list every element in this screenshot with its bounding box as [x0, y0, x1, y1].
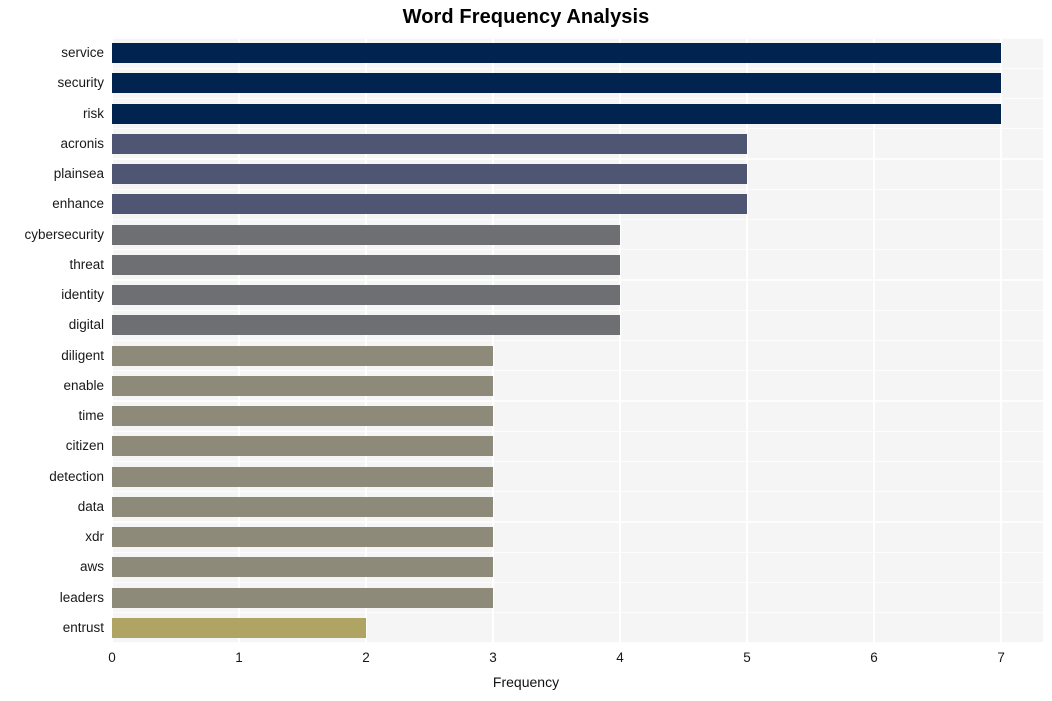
y-axis-label: risk: [83, 105, 104, 121]
gridline-horizontal: [112, 460, 1043, 463]
bar: [112, 315, 621, 336]
gridline-horizontal: [112, 581, 1043, 584]
gridline-horizontal: [112, 218, 1043, 221]
bar: [112, 254, 621, 275]
bar: [112, 375, 494, 396]
bar: [112, 133, 748, 154]
bar: [112, 224, 621, 245]
y-axis-label: service: [61, 45, 104, 61]
gridline-horizontal: [112, 279, 1043, 281]
gridline-horizontal: [112, 158, 1043, 160]
gridline-horizontal: [112, 188, 1043, 190]
gridline-horizontal: [112, 97, 1043, 100]
y-axis-label: time: [78, 408, 104, 424]
bar: [112, 285, 621, 306]
y-axis-label: security: [57, 75, 104, 91]
y-axis-label: xdr: [85, 529, 104, 545]
x-axis-tick-label: 3: [489, 650, 497, 665]
y-axis-label: enable: [63, 377, 104, 393]
y-axis-label: diligent: [61, 347, 104, 363]
y-axis-label: cybersecurity: [24, 226, 104, 242]
gridline-horizontal: [112, 430, 1043, 432]
x-axis-tick-label: 6: [870, 650, 878, 665]
gridline-horizontal: [112, 339, 1043, 342]
gridline-horizontal: [112, 38, 1043, 39]
y-axis-label: detection: [49, 468, 104, 484]
word-frequency-chart: Word Frequency Analysis service security r…: [0, 0, 1052, 701]
y-axis-label: threat: [69, 256, 104, 272]
x-axis-tick-label: 0: [108, 650, 116, 665]
chart-title: Word Frequency Analysis: [402, 6, 650, 28]
plot-area: [112, 38, 1043, 643]
bar: [112, 466, 494, 487]
bar: [112, 345, 494, 366]
bar: [112, 557, 494, 578]
gridline-horizontal: [112, 128, 1043, 130]
x-axis-tick-label: 4: [616, 650, 624, 665]
gridline-horizontal: [112, 370, 1043, 372]
x-axis-tick-labels: 0 1 2 3 4 5 6 7: [0, 650, 1052, 670]
x-axis-tick-label: 1: [235, 650, 243, 665]
bar: [112, 164, 748, 185]
gridline-horizontal: [112, 642, 1043, 643]
y-axis-label: data: [77, 498, 104, 514]
bar: [112, 103, 1002, 124]
bar: [112, 587, 494, 608]
bar: [112, 436, 494, 457]
x-axis-tick-label: 2: [362, 650, 370, 665]
gridline-horizontal: [112, 551, 1043, 553]
bar: [112, 617, 367, 638]
bar: [112, 194, 748, 215]
gridline-horizontal: [112, 521, 1043, 523]
y-axis-tick-labels: service security risk acronis plainsea enhanc…: [0, 38, 104, 643]
bar: [112, 43, 1002, 64]
gridline-horizontal: [112, 400, 1043, 402]
x-axis-tick-label: 5: [743, 650, 751, 665]
x-axis-tick-label: 7: [997, 650, 1005, 665]
bar: [112, 73, 1002, 94]
bar: [112, 527, 494, 548]
y-axis-label: citizen: [65, 438, 104, 454]
gridline-horizontal: [112, 309, 1043, 311]
gridline-horizontal: [112, 612, 1043, 614]
x-axis-title: Frequency: [492, 674, 560, 690]
gridline-horizontal: [112, 67, 1043, 69]
y-axis-label: acronis: [60, 135, 104, 151]
bar: [112, 496, 494, 517]
y-axis-label: leaders: [59, 589, 104, 605]
y-axis-label: enhance: [52, 196, 104, 212]
bar: [112, 406, 494, 427]
y-axis-label: aws: [79, 559, 104, 575]
gridline-horizontal: [112, 491, 1043, 493]
y-axis-label: entrust: [62, 619, 104, 635]
gridline-horizontal: [112, 249, 1043, 251]
y-axis-label: identity: [61, 287, 104, 303]
y-axis-label: plainsea: [53, 166, 104, 182]
y-axis-label: digital: [68, 317, 104, 333]
